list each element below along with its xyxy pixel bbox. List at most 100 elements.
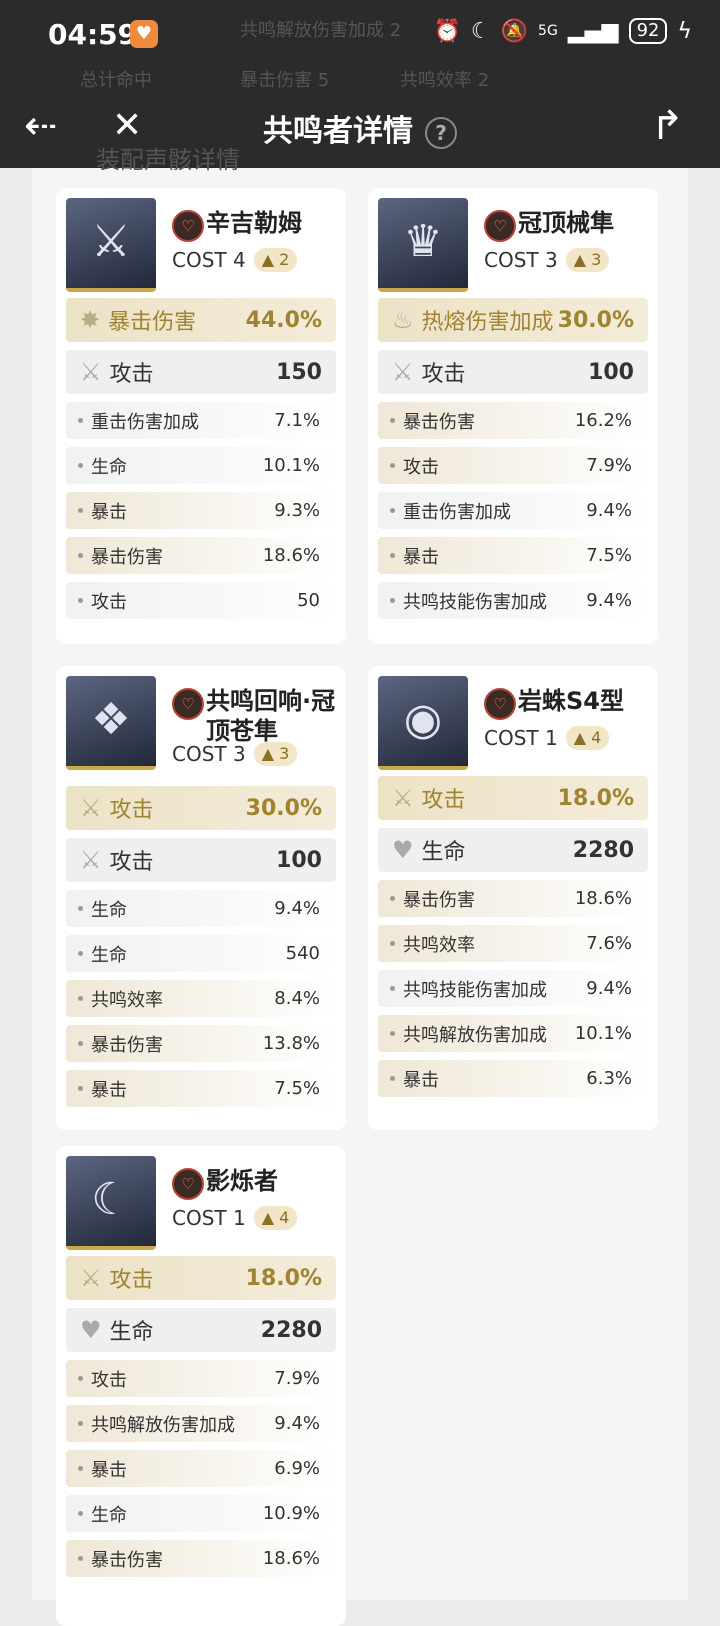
sub-stat-value: 7.9% bbox=[274, 1368, 320, 1389]
sub-stat-row: 暴击伤害 16.2% bbox=[378, 402, 648, 439]
echo-name: 辛吉勒姆 bbox=[206, 209, 302, 237]
echo-name: 冠顶械隼 bbox=[518, 209, 614, 237]
sub-stat-value: 9.4% bbox=[586, 590, 632, 611]
main-stat: ♨ 热熔伤害加成 30.0% bbox=[378, 298, 648, 342]
flat-stat-value: 100 bbox=[276, 847, 322, 873]
main-stat-label: 热熔伤害加成 bbox=[421, 310, 554, 335]
help-icon[interactable]: ? bbox=[425, 116, 457, 149]
echo-card[interactable]: ❖ ♡ 共鸣回响·冠顶苍隼 COST 3 ▲ 3 ⚔ 攻击 30.0% ⚔ 攻击… bbox=[56, 666, 346, 1130]
sub-stat-value: 540 bbox=[285, 943, 320, 964]
network-label: 5G bbox=[538, 23, 558, 39]
echo-card[interactable]: ☾ ♡ 影烁者 COST 1 ▲ 4 ⚔ 攻击 18.0% ♥ 生命 2280 … bbox=[56, 1146, 346, 1626]
sub-stat-value: 18.6% bbox=[574, 888, 632, 909]
echo-portrait: ♛ bbox=[378, 198, 468, 292]
echo-cost-row: COST 3 ▲ 3 bbox=[172, 742, 298, 766]
bullet-icon bbox=[78, 598, 83, 603]
sub-stat-label: 共鸣效率 bbox=[403, 934, 475, 956]
sub-stat-label: 暴击伤害 bbox=[91, 546, 163, 568]
bullet-icon bbox=[78, 996, 83, 1001]
bullet-icon bbox=[390, 553, 395, 558]
flat-stat-label: 生命 bbox=[421, 840, 466, 865]
sub-stat-value: 18.6% bbox=[262, 545, 320, 566]
sub-stat-value: 7.5% bbox=[586, 545, 632, 566]
echo-cost-row: COST 4 ▲ 2 bbox=[172, 248, 298, 272]
main-stat: ⚔ 攻击 18.0% bbox=[378, 776, 648, 820]
sub-stat-value: 7.6% bbox=[586, 933, 632, 954]
flat-stat-icon: ♥ bbox=[80, 1316, 102, 1344]
signal-icon: ▂▄▆ bbox=[567, 18, 619, 44]
sub-stat-label: 攻击 bbox=[91, 591, 127, 613]
sub-stat-value: 7.1% bbox=[274, 410, 320, 431]
battery-indicator: 92 bbox=[628, 18, 668, 44]
sub-stat-label: 暴击 bbox=[403, 1069, 439, 1091]
sub-stat-label: 生命 bbox=[91, 1504, 127, 1526]
sub-stat-label: 攻击 bbox=[403, 456, 439, 478]
echo-card[interactable]: ⚔ ♡ 辛吉勒姆 COST 4 ▲ 2 ✸ 暴击伤害 44.0% ⚔ 攻击 15… bbox=[56, 188, 346, 644]
echo-card[interactable]: ♛ ♡ 冠顶械隼 COST 3 ▲ 3 ♨ 热熔伤害加成 30.0% ⚔ 攻击 … bbox=[368, 188, 658, 644]
page-title-text: 共鸣者详情 bbox=[263, 114, 413, 149]
flat-stat-label: 生命 bbox=[109, 1320, 154, 1345]
sub-stat-row: 共鸣技能伤害加成 9.4% bbox=[378, 970, 648, 1007]
bullet-icon bbox=[390, 1031, 395, 1036]
main-stat-value: 44.0% bbox=[245, 307, 322, 333]
tune-badge: ▲ 2 bbox=[253, 248, 298, 272]
background-stat-energy: 共鸣效率 2 bbox=[400, 70, 490, 91]
sub-stat-value: 10.1% bbox=[262, 455, 320, 476]
bullet-icon bbox=[78, 1086, 83, 1091]
bullet-icon bbox=[390, 463, 395, 468]
sub-stat-value: 10.1% bbox=[574, 1023, 632, 1044]
main-stat-icon: ♨ bbox=[392, 306, 414, 334]
sub-stat-row: 暴击伤害 18.6% bbox=[66, 1540, 336, 1577]
flat-stat-value: 2280 bbox=[572, 837, 634, 863]
sub-stat-row: 生命 10.1% bbox=[66, 447, 336, 484]
tune-count: 3 bbox=[591, 250, 602, 269]
bullet-icon bbox=[390, 896, 395, 901]
bullet-icon bbox=[78, 1041, 83, 1046]
main-stat-label: 攻击 bbox=[421, 788, 466, 813]
sub-stat-value: 9.4% bbox=[274, 898, 320, 919]
flat-stat-label: 攻击 bbox=[109, 850, 154, 875]
echo-card-header: ☾ ♡ 影烁者 COST 1 ▲ 4 bbox=[56, 1146, 346, 1250]
sub-stat-row: 攻击 50 bbox=[66, 582, 336, 619]
charging-icon: ϟ bbox=[677, 18, 692, 44]
echo-cost: COST 3 bbox=[484, 248, 558, 272]
app-notification-icon: ♥ bbox=[130, 20, 158, 48]
flat-stat-icon: ⚔ bbox=[80, 358, 102, 386]
sub-stat-label: 暴击 bbox=[91, 1459, 127, 1481]
sub-stat-label: 暴击伤害 bbox=[91, 1549, 163, 1571]
main-stat: ✸ 暴击伤害 44.0% bbox=[66, 298, 336, 342]
sub-stat-value: 7.5% bbox=[274, 1078, 320, 1099]
status-time: 04:59 bbox=[48, 18, 138, 51]
tune-icon: ▲ bbox=[261, 1208, 275, 1227]
sonata-set-icon: ♡ bbox=[484, 688, 516, 720]
bullet-icon bbox=[78, 508, 83, 513]
sub-stat-value: 50 bbox=[297, 590, 320, 611]
main-stat-icon: ⚔ bbox=[80, 794, 102, 822]
echo-portrait: ❖ bbox=[66, 676, 156, 770]
bullet-icon bbox=[78, 906, 83, 911]
sub-stat-label: 生命 bbox=[91, 456, 127, 478]
sub-stat-label: 共鸣解放伤害加成 bbox=[91, 1414, 235, 1436]
flat-stat-icon: ⚔ bbox=[392, 358, 414, 386]
sub-stat-label: 共鸣技能伤害加成 bbox=[403, 591, 547, 613]
flat-stat-value: 100 bbox=[588, 359, 634, 385]
background-stat-line: 共鸣解放伤害加成 2 bbox=[240, 20, 402, 41]
flat-stat: ⚔ 攻击 100 bbox=[66, 838, 336, 882]
tune-badge: ▲ 4 bbox=[253, 1206, 298, 1230]
sonata-set-icon: ♡ bbox=[172, 688, 204, 720]
echo-cost: COST 3 bbox=[172, 742, 246, 766]
tune-count: 2 bbox=[279, 250, 290, 269]
echo-cost: COST 1 bbox=[484, 726, 558, 750]
sub-stat-row: 重击伤害加成 7.1% bbox=[66, 402, 336, 439]
share-icon[interactable]: ↱ bbox=[650, 104, 684, 148]
echo-card[interactable]: ◉ ♡ 岩蛛S4型 COST 1 ▲ 4 ⚔ 攻击 18.0% ♥ 生命 228… bbox=[368, 666, 658, 1130]
flat-stat: ⚔ 攻击 150 bbox=[66, 350, 336, 394]
sonata-set-icon: ♡ bbox=[172, 210, 204, 242]
sub-stat-label: 共鸣解放伤害加成 bbox=[403, 1024, 547, 1046]
tune-badge: ▲ 4 bbox=[565, 726, 610, 750]
tune-count: 4 bbox=[279, 1208, 290, 1227]
sub-stat-row: 共鸣解放伤害加成 10.1% bbox=[378, 1015, 648, 1052]
sub-stat-value: 6.3% bbox=[586, 1068, 632, 1089]
alarm-icon: ⏰ bbox=[433, 18, 461, 44]
mute-icon: 🔕 bbox=[500, 18, 529, 44]
